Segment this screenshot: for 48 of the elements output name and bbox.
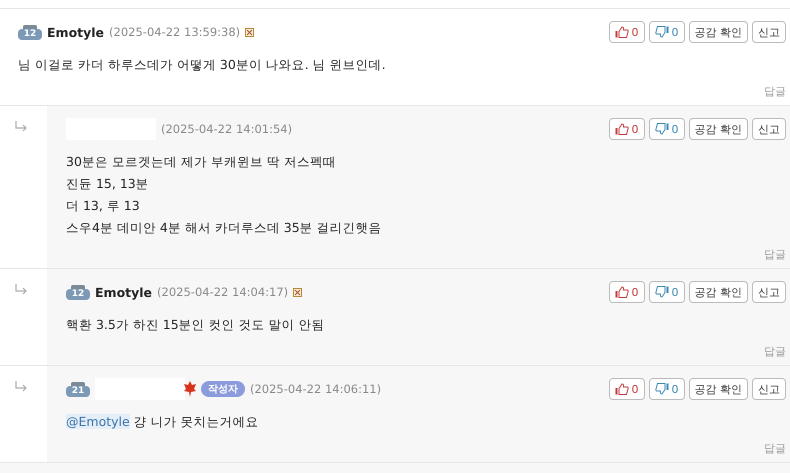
comment-text: 님 이걸로 카더 하루스데가 어떻게 30분이 나와요. 님 윈브인데. [18,56,387,74]
reply-arrow-icon [14,120,28,132]
reply-arrow-icon [14,380,28,392]
empathy-check-button[interactable]: 공감 확인 [688,378,748,400]
thumbs-up-icon [614,26,628,38]
thumbs-down-icon [654,123,668,135]
like-button[interactable]: 0 [608,281,644,303]
dislike-button[interactable]: 0 [648,21,684,43]
author-name[interactable]: Emotyle [47,24,104,40]
report-button[interactable]: 신고 [752,281,786,303]
comment-time: (2025-04-22 14:06:11) [250,382,382,396]
reply-link[interactable]: 답글 [764,248,786,261]
thumbs-down-icon [654,286,668,298]
comment-time: (2025-04-22 13:59:38) [109,25,240,39]
reply-link[interactable]: 답글 [764,442,786,455]
author-name[interactable]: Emotyle [95,284,152,300]
comment-text: 핵환 3.5가 하진 15분인 컷인 것도 말이 안됨 [66,316,326,334]
reply-link[interactable]: 답글 [764,345,786,358]
thumbs-down-icon [654,383,668,395]
dislike-button[interactable]: 0 [648,378,684,400]
comment-time: (2025-04-22 14:01:54) [161,122,292,136]
mention-link[interactable]: @Emotyle [66,414,130,429]
empathy-check-button[interactable]: 공감 확인 [688,281,748,303]
reply-arrow-icon [14,283,28,295]
reply-link[interactable]: 답글 [764,85,786,98]
comment-text: 진듄 15, 13분 [66,175,150,193]
report-icon[interactable] [293,288,302,296]
thumbs-up-icon [614,286,628,298]
report-button[interactable]: 신고 [752,118,786,140]
author-badge: 작성자 [201,381,245,397]
report-button[interactable]: 신고 [752,21,786,43]
thumbs-up-icon [614,123,628,135]
empathy-check-button[interactable]: 공감 확인 [688,118,748,140]
dislike-button[interactable]: 0 [648,281,684,303]
dislike-button[interactable]: 0 [648,118,684,140]
thumbs-down-icon [654,26,668,38]
comment-text: 스우4분 데미안 4분 해서 카더루스데 35분 걸리긴햇음 [66,219,383,237]
comment-text: 더 13, 루 13 [66,197,141,215]
comment-time: (2025-04-22 14:04:17) [157,285,288,299]
like-button[interactable]: 0 [608,378,644,400]
like-button[interactable]: 0 [608,21,644,43]
comment-text: @Emotyle 걍 니가 못치는거에요 [66,413,260,431]
report-icon[interactable] [245,28,254,36]
empathy-check-button[interactable]: 공감 확인 [688,21,748,43]
like-button[interactable]: 0 [608,118,644,140]
comment-text: 30분은 모르겟는데 제가 부캐윈브 딱 저스펙때 [66,153,337,171]
report-button[interactable]: 신고 [752,378,786,400]
thumbs-up-icon [614,383,628,395]
